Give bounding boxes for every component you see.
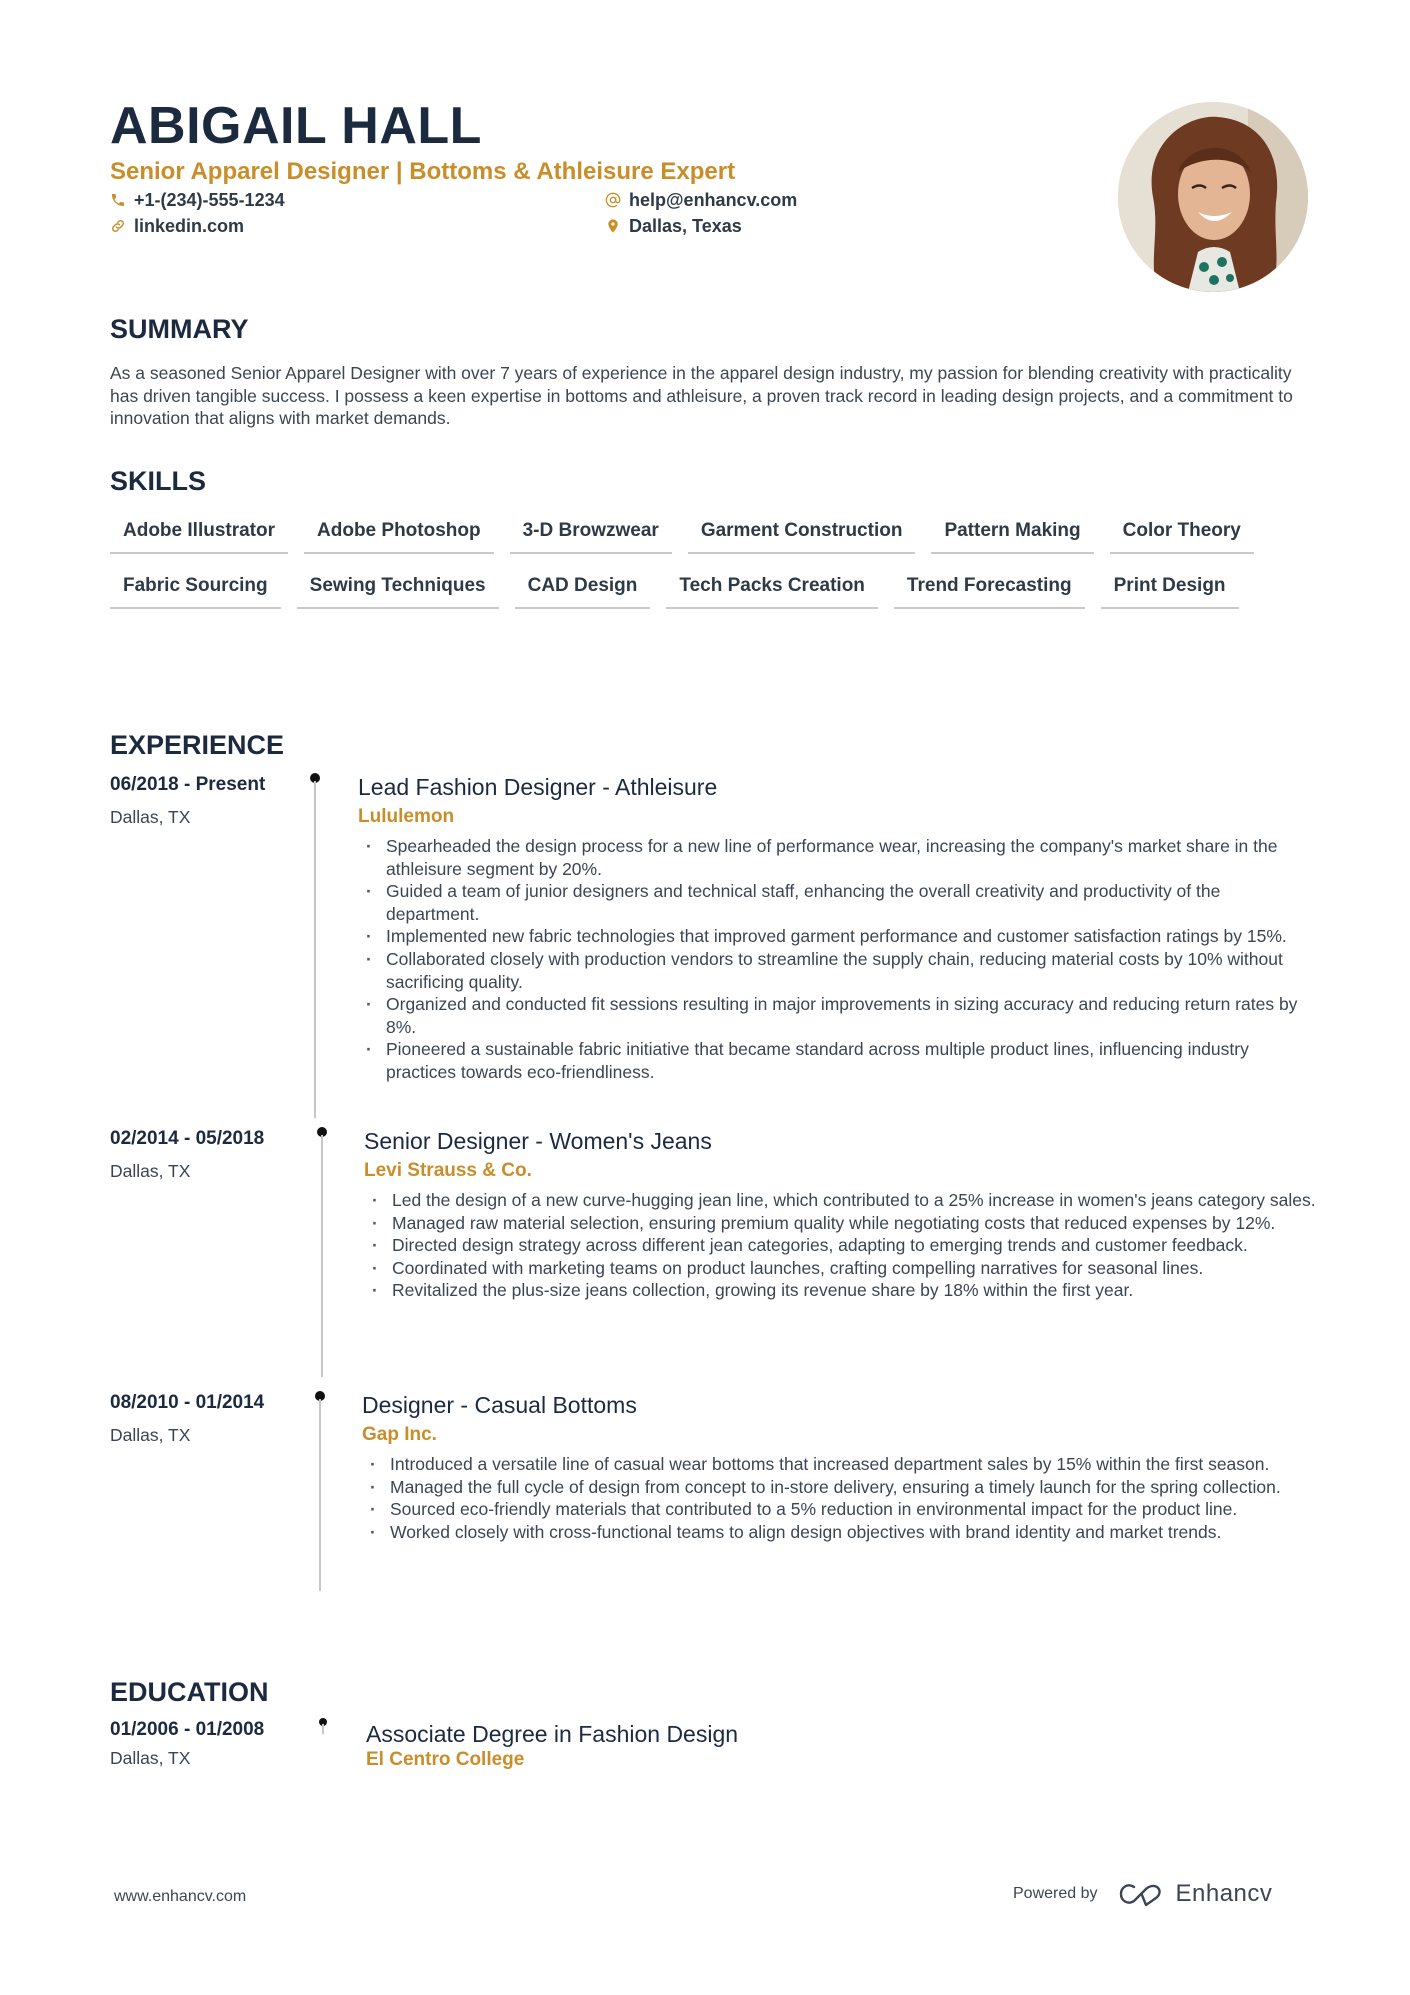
linkedin-text: linkedin.com xyxy=(134,216,245,236)
powered-by-text: Powered by xyxy=(1013,1885,1098,1902)
contact-linkedin[interactable]: linkedin.com xyxy=(110,215,244,237)
experience-dates: 08/2010 - 01/2014 xyxy=(110,1392,265,1413)
bullet-item: Spearheaded the design process for a new… xyxy=(358,835,1318,880)
experience-location: Dallas, TX xyxy=(110,1425,191,1445)
skill-tag: Pattern Making xyxy=(931,515,1094,554)
candidate-headline: Senior Apparel Designer | Bottoms & Athl… xyxy=(110,158,736,185)
enhancv-logo-icon xyxy=(1119,1884,1161,1907)
bullet-item: Pioneered a sustainable fabric initiativ… xyxy=(358,1038,1318,1083)
email-text: help@enhancv.com xyxy=(629,190,798,210)
bullet-item: Worked closely with cross-functional tea… xyxy=(362,1521,1322,1544)
bullet-item: Managed raw material selection, ensuring… xyxy=(364,1212,1324,1235)
timeline-line xyxy=(314,781,316,1118)
footer-website-link[interactable]: www.enhancv.com xyxy=(114,1888,246,1906)
bullet-item: Organized and conducted fit sessions res… xyxy=(358,993,1318,1038)
bullet-item: Introduced a versatile line of casual we… xyxy=(362,1453,1322,1476)
school-name: El Centro College xyxy=(366,1749,525,1770)
bullet-list: Led the design of a new curve-hugging je… xyxy=(364,1189,1324,1302)
job-title: Senior Designer - Women's Jeans xyxy=(364,1128,712,1154)
bullet-list: Spearheaded the design process for a new… xyxy=(358,835,1318,1084)
contact-phone[interactable]: +1-(234)-555-1234 xyxy=(110,189,285,211)
education-location: Dallas, TX xyxy=(110,1748,191,1768)
footer-branding[interactable]: Powered by Enhancv xyxy=(1013,1880,1272,1908)
bullet-item: Coordinated with marketing teams on prod… xyxy=(364,1257,1324,1280)
summary-text: As a seasoned Senior Apparel Designer wi… xyxy=(110,363,1293,428)
skill-tag: Adobe Illustrator xyxy=(110,515,289,554)
brand-logo[interactable]: Enhancv xyxy=(1118,1880,1273,1908)
bullet-item: Revitalized the plus-size jeans collecti… xyxy=(364,1279,1324,1302)
bullet-item: Managed the full cycle of design from co… xyxy=(362,1476,1322,1499)
skill-tag: Color Theory xyxy=(1109,515,1254,554)
profile-photo xyxy=(1118,102,1308,292)
candidate-name: ABIGAIL HALL xyxy=(110,97,482,155)
bullet-item: Directed design strategy across differen… xyxy=(364,1234,1324,1257)
experience-entry: 08/2010 - 01/2014 Dallas, TX Designer - … xyxy=(110,1391,1310,1591)
skills-heading: SKILLS xyxy=(110,466,207,496)
bullet-item: Collaborated closely with production ven… xyxy=(358,948,1318,993)
company-name: Gap Inc. xyxy=(362,1424,437,1445)
location-text: Dallas, Texas xyxy=(629,216,742,236)
link-icon xyxy=(110,218,126,234)
contact-location: Dallas, Texas xyxy=(605,215,742,237)
skill-tag: Tech Packs Creation xyxy=(666,570,878,609)
at-icon xyxy=(605,192,621,208)
brand-name: Enhancv xyxy=(1175,1880,1273,1907)
skill-tag: Sewing Techniques xyxy=(296,570,499,609)
skill-tag: Fabric Sourcing xyxy=(110,570,281,609)
bullet-item: Sourced eco-friendly materials that cont… xyxy=(362,1498,1322,1521)
timeline-line xyxy=(322,1724,324,1734)
skill-tag: CAD Design xyxy=(514,570,651,609)
experience-dates: 02/2014 - 05/2018 xyxy=(110,1128,265,1149)
experience-entry: 02/2014 - 05/2018 Dallas, TX Senior Desi… xyxy=(110,1127,1316,1377)
education-dates: 01/2006 - 01/2008 xyxy=(110,1719,265,1740)
experience-location: Dallas, TX xyxy=(110,807,191,827)
experience-entry: 06/2018 - Present Dallas, TX Lead Fashio… xyxy=(110,773,1310,1118)
company-name: Lululemon xyxy=(358,806,455,827)
experience-location: Dallas, TX xyxy=(110,1161,191,1181)
experience-heading: EXPERIENCE xyxy=(110,730,285,760)
job-title: Lead Fashion Designer - Athleisure xyxy=(358,774,718,800)
bullet-item: Implemented new fabric technologies that… xyxy=(358,925,1318,948)
experience-dates: 06/2018 - Present xyxy=(110,774,266,795)
bullet-list: Introduced a versatile line of casual we… xyxy=(362,1453,1322,1543)
education-entry: 01/2006 - 01/2008 Dallas, TX Associate D… xyxy=(110,1718,1310,1778)
timeline-line xyxy=(319,1399,321,1591)
timeline-line xyxy=(321,1135,323,1377)
degree-title: Associate Degree in Fashion Design xyxy=(366,1721,739,1747)
resume-page: ABIGAIL HALL Senior Apparel Designer | B… xyxy=(0,0,1410,1995)
skill-tag: Print Design xyxy=(1100,570,1239,609)
skill-tag: Garment Construction xyxy=(687,515,916,554)
skill-tag: Trend Forecasting xyxy=(893,570,1085,609)
bullet-item: Led the design of a new curve-hugging je… xyxy=(364,1189,1324,1212)
location-pin-icon xyxy=(605,218,621,234)
contact-email[interactable]: help@enhancv.com xyxy=(605,189,797,211)
company-name: Levi Strauss & Co. xyxy=(364,1160,532,1181)
education-heading: EDUCATION xyxy=(110,1677,269,1707)
job-title: Designer - Casual Bottoms xyxy=(362,1392,637,1418)
skills-list: Adobe Illustrator Adobe Photoshop 3-D Br… xyxy=(110,515,1320,609)
phone-text: +1-(234)-555-1234 xyxy=(134,190,285,210)
bullet-item: Guided a team of junior designers and te… xyxy=(358,880,1318,925)
phone-icon xyxy=(110,192,126,208)
skill-tag: Adobe Photoshop xyxy=(304,515,494,554)
skill-tag: 3-D Browzwear xyxy=(509,515,672,554)
summary-heading: SUMMARY xyxy=(110,314,249,344)
